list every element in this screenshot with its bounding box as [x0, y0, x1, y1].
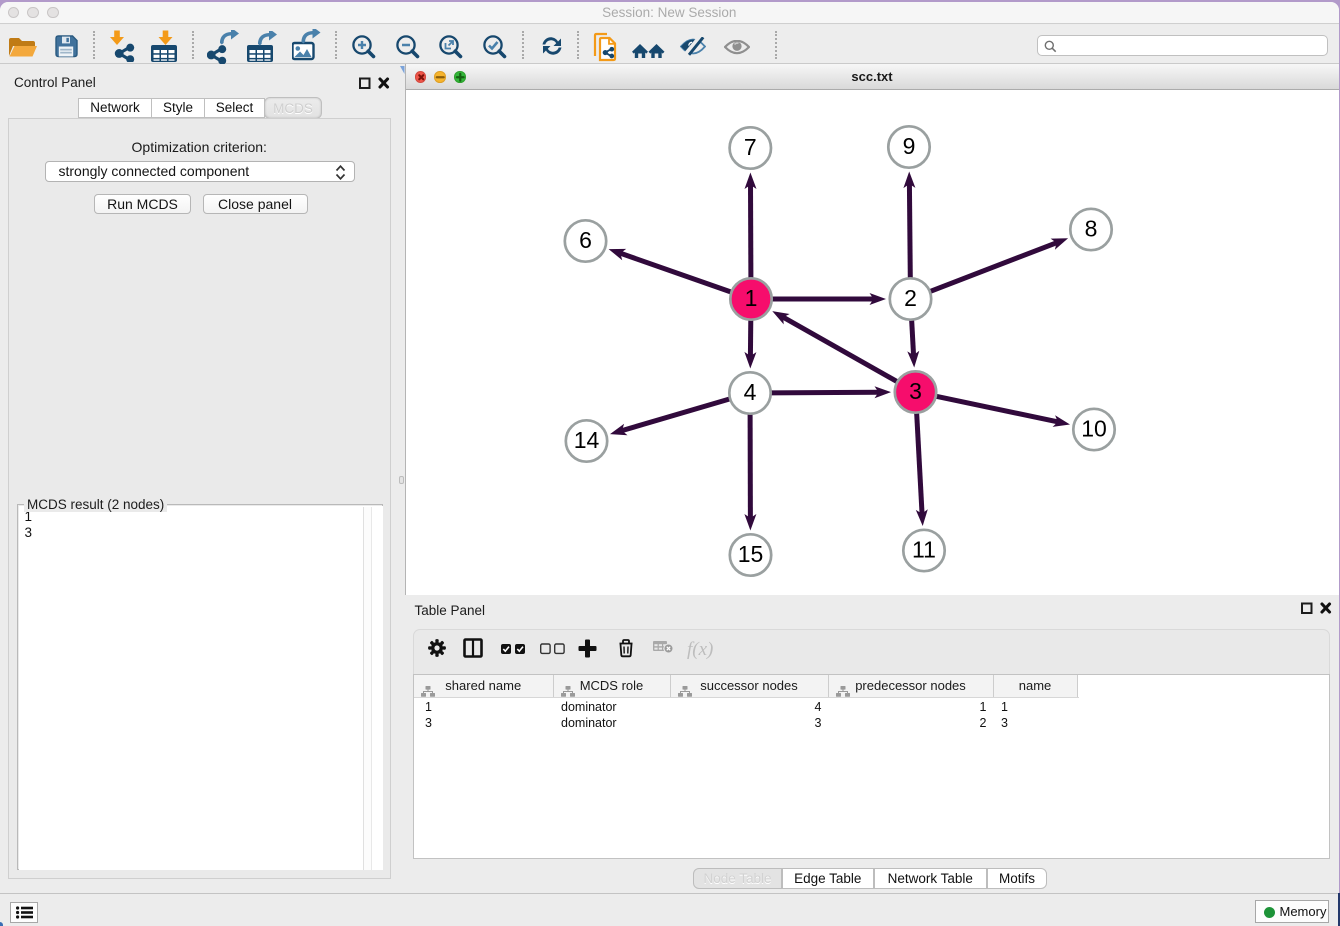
svg-text:15: 15 [737, 541, 763, 567]
svg-text:4: 4 [743, 379, 756, 405]
svg-text:10: 10 [1081, 415, 1107, 441]
svg-text:11: 11 [912, 536, 936, 562]
svg-text:8: 8 [1084, 215, 1097, 241]
svg-text:7: 7 [743, 134, 756, 160]
svg-text:9: 9 [902, 133, 915, 159]
svg-text:2: 2 [904, 285, 917, 311]
svg-text:1: 1 [744, 285, 757, 311]
svg-text:3: 3 [909, 378, 922, 404]
svg-text:6: 6 [579, 227, 592, 253]
svg-text:14: 14 [573, 427, 599, 453]
